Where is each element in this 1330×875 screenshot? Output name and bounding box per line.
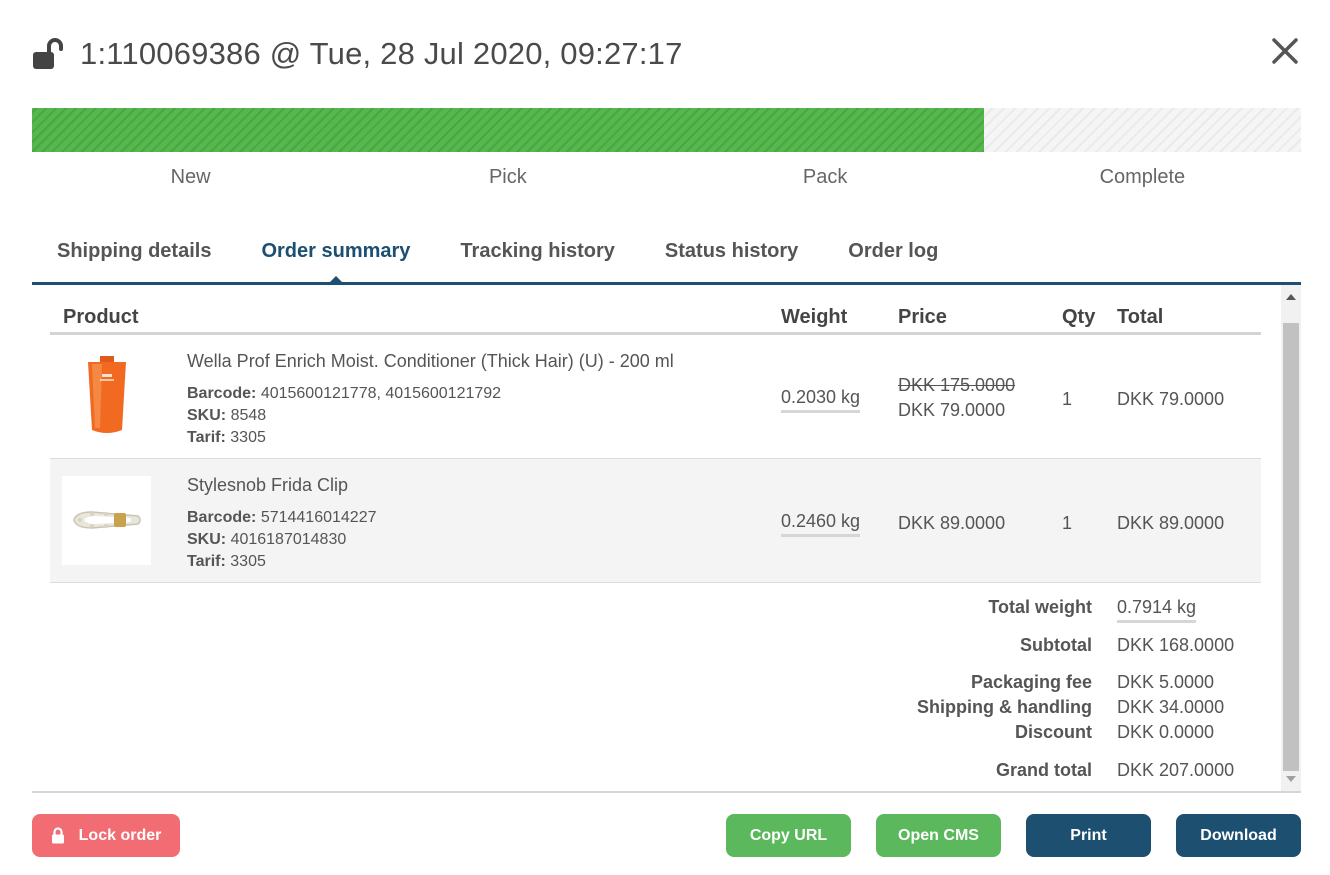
product-image bbox=[62, 352, 151, 441]
step-pick: Pick bbox=[488, 166, 527, 188]
step-new: New bbox=[170, 166, 211, 188]
weight-value[interactable]: 0.2460 kg bbox=[781, 511, 861, 537]
shipping-handling-value: DKK 34.0000 bbox=[1117, 697, 1225, 717]
price-value: DKK 89.0000 bbox=[898, 513, 1006, 533]
qty-value: 1 bbox=[1062, 513, 1073, 533]
weight-value[interactable]: 0.2030 kg bbox=[781, 387, 861, 413]
tab-status-history[interactable]: Status history bbox=[640, 230, 823, 282]
barcode-value: 4015600121778, 4015600121792 bbox=[260, 385, 502, 402]
table-row: Wella Prof Enrich Moist. Conditioner (Th… bbox=[50, 335, 1261, 459]
grand-total-value: DKK 207.0000 bbox=[1117, 760, 1235, 780]
barcode-label: Barcode: bbox=[187, 385, 257, 402]
table-header: Product Weight Price Qty Total bbox=[50, 285, 1261, 335]
sku-value: 8548 bbox=[230, 407, 267, 424]
sku-label: SKU: bbox=[187, 407, 227, 424]
lock-order-label: Lock order bbox=[78, 826, 162, 844]
discount-value: DKK 0.0000 bbox=[1117, 722, 1215, 742]
tab-order-summary[interactable]: Order summary bbox=[236, 230, 435, 282]
tab-shipping-details[interactable]: Shipping details bbox=[32, 230, 236, 282]
unlocked-padlock-icon[interactable] bbox=[32, 37, 66, 71]
barcode-value: 5714416014227 bbox=[260, 509, 377, 526]
tarif-label: Tarif: bbox=[187, 553, 226, 570]
subtotal-value: DKK 168.0000 bbox=[1117, 635, 1235, 655]
close-icon[interactable] bbox=[1270, 36, 1300, 66]
column-header-price: Price bbox=[898, 306, 947, 328]
row-total: DKK 89.0000 bbox=[1117, 513, 1225, 533]
shipping-handling-label: Shipping & handling bbox=[917, 697, 1092, 717]
step-complete: Complete bbox=[1099, 166, 1186, 188]
step-pack: Pack bbox=[802, 166, 848, 188]
total-weight-value[interactable]: 0.7914 kg bbox=[1117, 597, 1197, 623]
discount-label: Discount bbox=[1014, 722, 1092, 742]
order-progress-bar bbox=[32, 108, 1301, 152]
order-summary-panel: Product Weight Price Qty Total Wella Pro… bbox=[32, 285, 1301, 793]
qty-value: 1 bbox=[1062, 389, 1073, 409]
tab-order-log[interactable]: Order log bbox=[823, 230, 963, 282]
product-name: Stylesnob Frida Clip bbox=[187, 475, 349, 495]
tab-bar: Shipping details Order summary Tracking … bbox=[32, 230, 1301, 285]
scrollbar-thumb[interactable] bbox=[1283, 323, 1299, 771]
product-name: Wella Prof Enrich Moist. Conditioner (Th… bbox=[187, 351, 674, 371]
row-total: DKK 79.0000 bbox=[1117, 389, 1225, 409]
subtotal-label: Subtotal bbox=[1020, 635, 1092, 655]
column-header-product: Product bbox=[63, 306, 139, 328]
column-header-weight: Weight bbox=[781, 306, 848, 328]
scroll-down-arrow-icon[interactable] bbox=[1286, 776, 1296, 782]
product-image bbox=[62, 476, 151, 565]
open-cms-button[interactable]: Open CMS bbox=[876, 814, 1001, 857]
total-weight-label: Total weight bbox=[988, 597, 1092, 617]
tarif-value: 3305 bbox=[230, 553, 266, 570]
grand-total-label: Grand total bbox=[995, 760, 1092, 780]
column-header-qty: Qty bbox=[1062, 306, 1096, 328]
product-meta: Barcode: 4015600121778, 4015600121792 SK… bbox=[187, 383, 501, 449]
print-button[interactable]: Print bbox=[1026, 814, 1151, 857]
padlock-icon bbox=[51, 827, 64, 844]
price-value: DKK 79.0000 bbox=[898, 400, 1006, 420]
copy-url-button[interactable]: Copy URL bbox=[726, 814, 851, 857]
table-row: Stylesnob Frida Clip Barcode: 5714416014… bbox=[50, 459, 1261, 583]
tarif-label: Tarif: bbox=[187, 429, 226, 446]
download-button[interactable]: Download bbox=[1176, 814, 1301, 857]
packaging-fee-value: DKK 5.0000 bbox=[1117, 672, 1215, 692]
barcode-label: Barcode: bbox=[187, 509, 257, 526]
order-title: 1:110069386 @ Tue, 28 Jul 2020, 09:27:17 bbox=[80, 36, 683, 71]
progress-steps: New Pick Pack Complete bbox=[32, 166, 1301, 189]
tarif-value: 3305 bbox=[230, 429, 266, 446]
price-old: DKK 175.0000 bbox=[898, 375, 1015, 396]
scroll-up-arrow-icon[interactable] bbox=[1286, 294, 1296, 300]
modal-header: 1:110069386 @ Tue, 28 Jul 2020, 09:27:17 bbox=[32, 32, 1300, 76]
lock-order-button[interactable]: Lock order bbox=[32, 814, 180, 857]
price-strikethrough: DKK 175.0000 bbox=[898, 375, 1016, 395]
column-header-total: Total bbox=[1117, 306, 1164, 328]
sku-label: SKU: bbox=[187, 531, 227, 548]
sku-value: 4016187014830 bbox=[230, 531, 347, 548]
vertical-scrollbar[interactable] bbox=[1281, 285, 1301, 791]
product-meta: Barcode: 5714416014227 SKU: 401618701483… bbox=[187, 507, 377, 573]
progress-fill bbox=[32, 108, 984, 152]
tab-tracking-history[interactable]: Tracking history bbox=[435, 230, 640, 282]
packaging-fee-label: Packaging fee bbox=[970, 672, 1092, 692]
